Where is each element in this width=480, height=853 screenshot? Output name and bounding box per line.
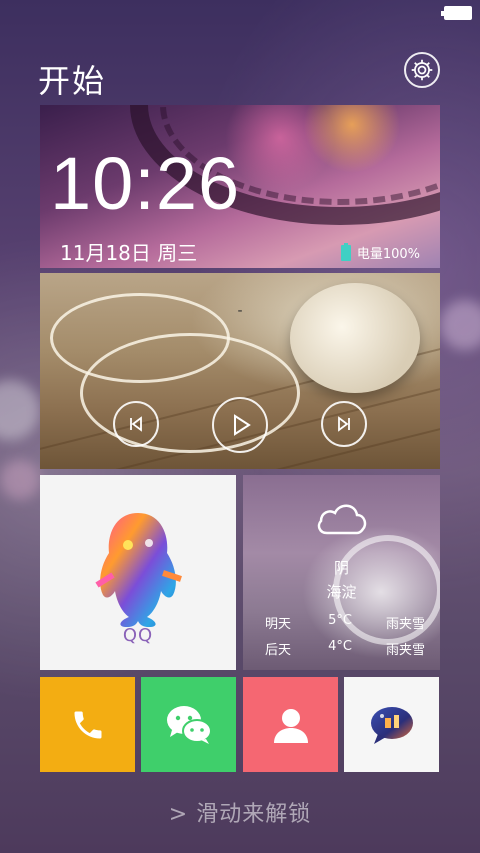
settings-button[interactable] [404, 52, 440, 88]
forecast-temp: 4°C [328, 639, 352, 654]
background-light [0, 460, 40, 500]
play-icon [234, 414, 251, 436]
weather-condition: 阴 [333, 559, 349, 577]
forecast-day: 后天 [265, 643, 292, 658]
qq-app-tile[interactable]: QQ [40, 475, 236, 670]
next-track-button[interactable] [321, 401, 367, 447]
phone-app-tile[interactable] [40, 677, 135, 772]
weather-location: 海淀 [326, 583, 357, 601]
tile-background-art [290, 283, 420, 393]
clock-widget[interactable]: 10:26 11月18日 周三 电量100% [40, 105, 440, 268]
forecast-temp: 5°C [328, 613, 352, 628]
forecast-row: 后天 4°C 雨夹雪 [265, 639, 425, 658]
forecast-desc: 雨夹雪 [385, 617, 425, 632]
music-player-widget[interactable]: - [40, 273, 440, 469]
status-battery-icon [441, 6, 472, 20]
qq-app-label: QQ [122, 625, 154, 646]
previous-track-button[interactable] [113, 401, 159, 447]
phone-icon [74, 711, 101, 738]
page-title: 开始 [38, 62, 107, 100]
message-icon [370, 706, 413, 744]
skip-previous-icon [130, 416, 142, 432]
skip-next-icon [338, 416, 350, 432]
background-light [0, 380, 40, 440]
gear-icon [411, 59, 433, 81]
slide-to-unlock-hint[interactable]: > 滑动来解锁 [0, 796, 480, 828]
forecast-row: 明天 5°C 雨夹雪 [265, 613, 425, 632]
forecast-desc: 雨夹雪 [385, 643, 425, 658]
battery-status: 电量100% [340, 242, 420, 262]
battery-label: 电量100% [356, 247, 420, 262]
contact-icon [273, 708, 308, 743]
clock-date: 11月18日 周三 [60, 241, 198, 265]
messages-app-tile[interactable] [344, 677, 439, 772]
contacts-app-tile[interactable] [243, 677, 338, 772]
forecast-day: 明天 [265, 617, 292, 632]
weather-widget[interactable]: 阴 海淀 明天 5°C 雨夹雪 后天 4°C 雨夹雪 [243, 475, 440, 670]
track-title: - [237, 303, 243, 319]
play-button[interactable] [212, 397, 268, 453]
qq-penguin-logo [95, 513, 182, 627]
cloud-icon [317, 504, 367, 535]
battery-icon [340, 242, 351, 261]
background-light [440, 300, 480, 350]
clock-time: 10:26 [50, 142, 241, 225]
wechat-app-tile[interactable] [141, 677, 236, 772]
wechat-icon [166, 705, 212, 744]
